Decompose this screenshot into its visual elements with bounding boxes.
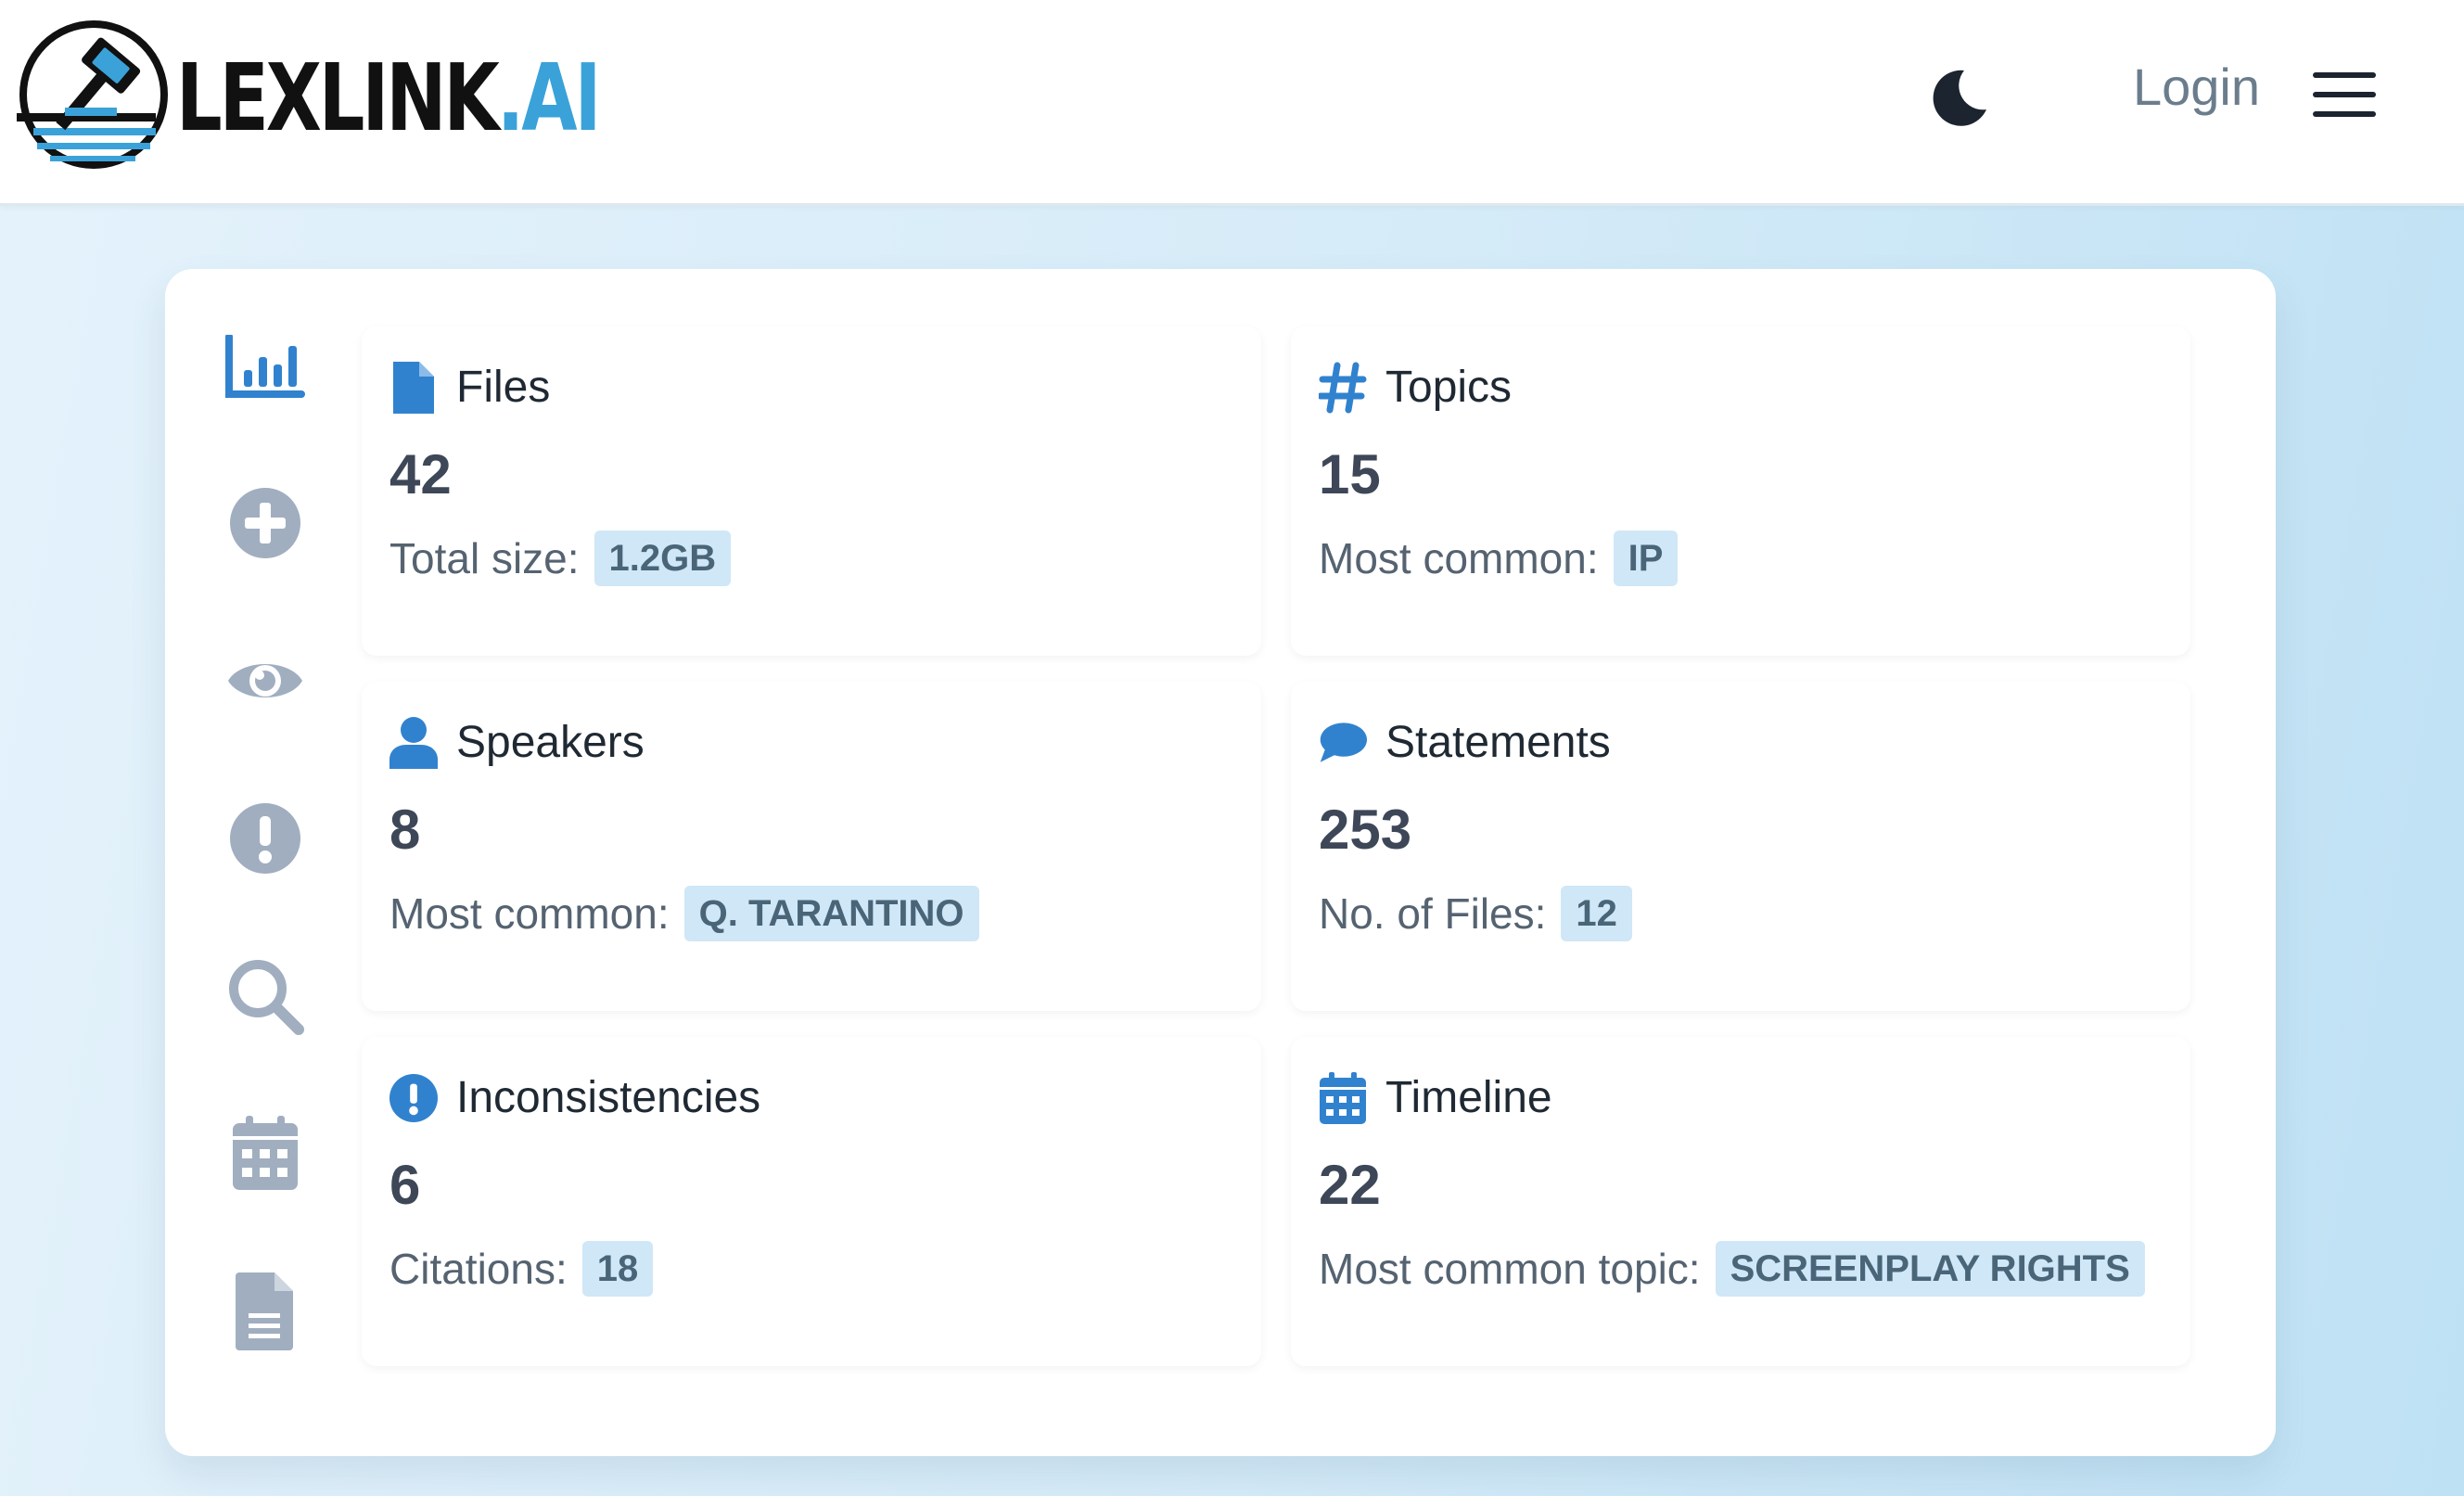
sidebar-item-view[interactable] [223, 638, 308, 723]
brand-name-main: LEXLINK [176, 44, 500, 152]
card-title: Statements [1385, 718, 1611, 767]
card-value: 8 [389, 799, 421, 861]
calendar-icon [233, 1116, 298, 1190]
file-icon [393, 362, 434, 414]
files-card[interactable]: Files 42 Total size: 1.2GB [362, 326, 1261, 656]
exclamation-circle-icon [389, 1074, 438, 1122]
card-title: Timeline [1385, 1073, 1552, 1122]
lexlink-logo[interactable]: LEXLINK.AI [17, 19, 602, 176]
sidebar-item-timeline[interactable] [223, 1111, 308, 1196]
card-sub-label: Total size: [389, 534, 580, 582]
card-value: 42 [389, 443, 452, 505]
card-sub-label: Most common: [1319, 534, 1599, 582]
speech-bubble-icon [1320, 722, 1367, 762]
bar-chart-icon [225, 335, 305, 398]
card-value: 6 [389, 1154, 421, 1216]
card-value: 253 [1319, 799, 1412, 861]
login-link[interactable]: Login [2133, 61, 2260, 113]
sidebar-item-search[interactable] [223, 953, 308, 1039]
hamburger-menu-button[interactable] [2313, 70, 2380, 122]
exclamation-circle-icon [230, 803, 300, 874]
card-title: Inconsistencies [456, 1073, 761, 1122]
dark-mode-toggle[interactable] [1927, 67, 1990, 130]
document-icon [236, 1272, 293, 1350]
topics-card[interactable]: Topics 15 Most common: IP [1291, 326, 2190, 656]
status-badge: 18 [581, 1241, 654, 1297]
card-sub-label: Most common: [389, 889, 670, 938]
plus-circle-icon [230, 488, 300, 558]
status-badge: IP [1613, 531, 1679, 586]
card-title: Files [456, 363, 551, 412]
status-badge: Q. TARANTINO [683, 886, 979, 941]
brand-name: LEXLINK.AI [176, 52, 602, 145]
status-badge: 1.2GB [594, 531, 732, 586]
gavel-logo-icon [17, 20, 168, 169]
card-value: 15 [1319, 443, 1381, 505]
statements-card[interactable]: Statements 253 No. of Files: 12 [1291, 682, 2190, 1011]
sidebar-item-documents[interactable] [223, 1269, 308, 1354]
status-badge: 12 [1561, 886, 1632, 941]
sidebar-item-add[interactable] [223, 480, 308, 566]
calendar-icon [1320, 1072, 1366, 1124]
inconsistencies-card[interactable]: Inconsistencies 6 Citations: 18 [362, 1037, 1261, 1366]
eye-icon [228, 664, 302, 697]
card-sub-label: Citations: [389, 1245, 568, 1293]
card-title: Speakers [456, 718, 645, 767]
sidebar-item-overview[interactable] [223, 325, 308, 410]
search-icon [229, 960, 304, 1035]
card-value: 22 [1319, 1154, 1381, 1216]
user-icon [389, 717, 438, 769]
top-navbar: LEXLINK.AI Login [0, 0, 2464, 206]
dashboard-panel: Files 42 Total size: 1.2GB Topics 15 Mos… [165, 269, 2276, 1456]
hamburger-menu-icon [2313, 72, 2376, 78]
card-title: Topics [1385, 363, 1513, 412]
status-badge: SCREENPLAY RIGHTS [1715, 1241, 2145, 1297]
card-sub-label: Most common topic: [1319, 1245, 1701, 1293]
moon-icon [1933, 70, 1986, 126]
hashtag-icon [1319, 362, 1367, 414]
brand-name-suffix: .AI [496, 44, 602, 152]
card-sub-label: No. of Files: [1319, 889, 1547, 938]
speakers-card[interactable]: Speakers 8 Most common: Q. TARANTINO [362, 682, 1261, 1011]
timeline-card[interactable]: Timeline 22 Most common topic: SCREENPLA… [1291, 1037, 2190, 1366]
sidebar-item-inconsistencies[interactable] [223, 796, 308, 881]
